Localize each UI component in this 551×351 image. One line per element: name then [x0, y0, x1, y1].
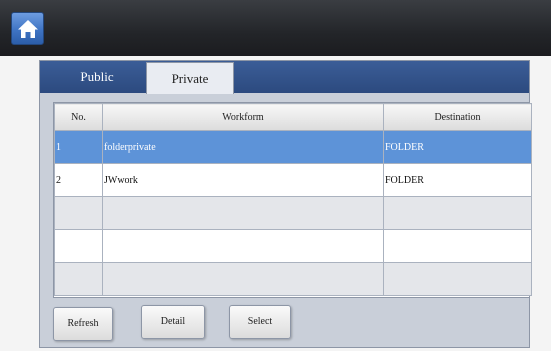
cell-no: 2: [54, 163, 103, 197]
cell-workform: JWwork: [102, 163, 384, 197]
cell-destination: [383, 229, 532, 263]
table-row[interactable]: [54, 229, 532, 263]
home-icon: [18, 20, 38, 38]
cell-workform: [102, 262, 384, 296]
tab-private[interactable]: Private: [146, 62, 234, 94]
cell-destination: [383, 196, 532, 230]
home-button[interactable]: [11, 12, 44, 45]
table-row[interactable]: [54, 262, 532, 296]
refresh-button[interactable]: Refresh: [53, 307, 113, 341]
table-row[interactable]: 2 JWwork FOLDER: [54, 163, 532, 197]
cell-workform: [102, 196, 384, 230]
tab-public[interactable]: Public: [48, 61, 146, 93]
cell-no: 1: [54, 130, 103, 164]
table-row[interactable]: 1 folderprivate FOLDER: [54, 130, 532, 164]
column-header-workform[interactable]: Workform: [102, 103, 384, 131]
cell-no: [54, 196, 103, 230]
cell-workform: folderprivate: [102, 130, 384, 164]
top-bar: [0, 0, 551, 56]
cell-destination: FOLDER: [383, 130, 532, 164]
select-button[interactable]: Select: [229, 305, 291, 339]
cell-destination: FOLDER: [383, 163, 532, 197]
cell-destination: [383, 262, 532, 296]
detail-button[interactable]: Detail: [141, 305, 205, 339]
table-row[interactable]: [54, 196, 532, 230]
table-header-row: No. Workform Destination: [54, 103, 532, 131]
workform-table: No. Workform Destination 1 folderprivate…: [53, 102, 532, 298]
tab-strip: Public Private: [40, 61, 529, 94]
cell-workform: [102, 229, 384, 263]
cell-no: [54, 262, 103, 296]
cell-no: [54, 229, 103, 263]
column-header-no[interactable]: No.: [54, 103, 103, 131]
column-header-destination[interactable]: Destination: [383, 103, 532, 131]
workform-panel: Public Private No. Workform Destination …: [39, 60, 532, 348]
